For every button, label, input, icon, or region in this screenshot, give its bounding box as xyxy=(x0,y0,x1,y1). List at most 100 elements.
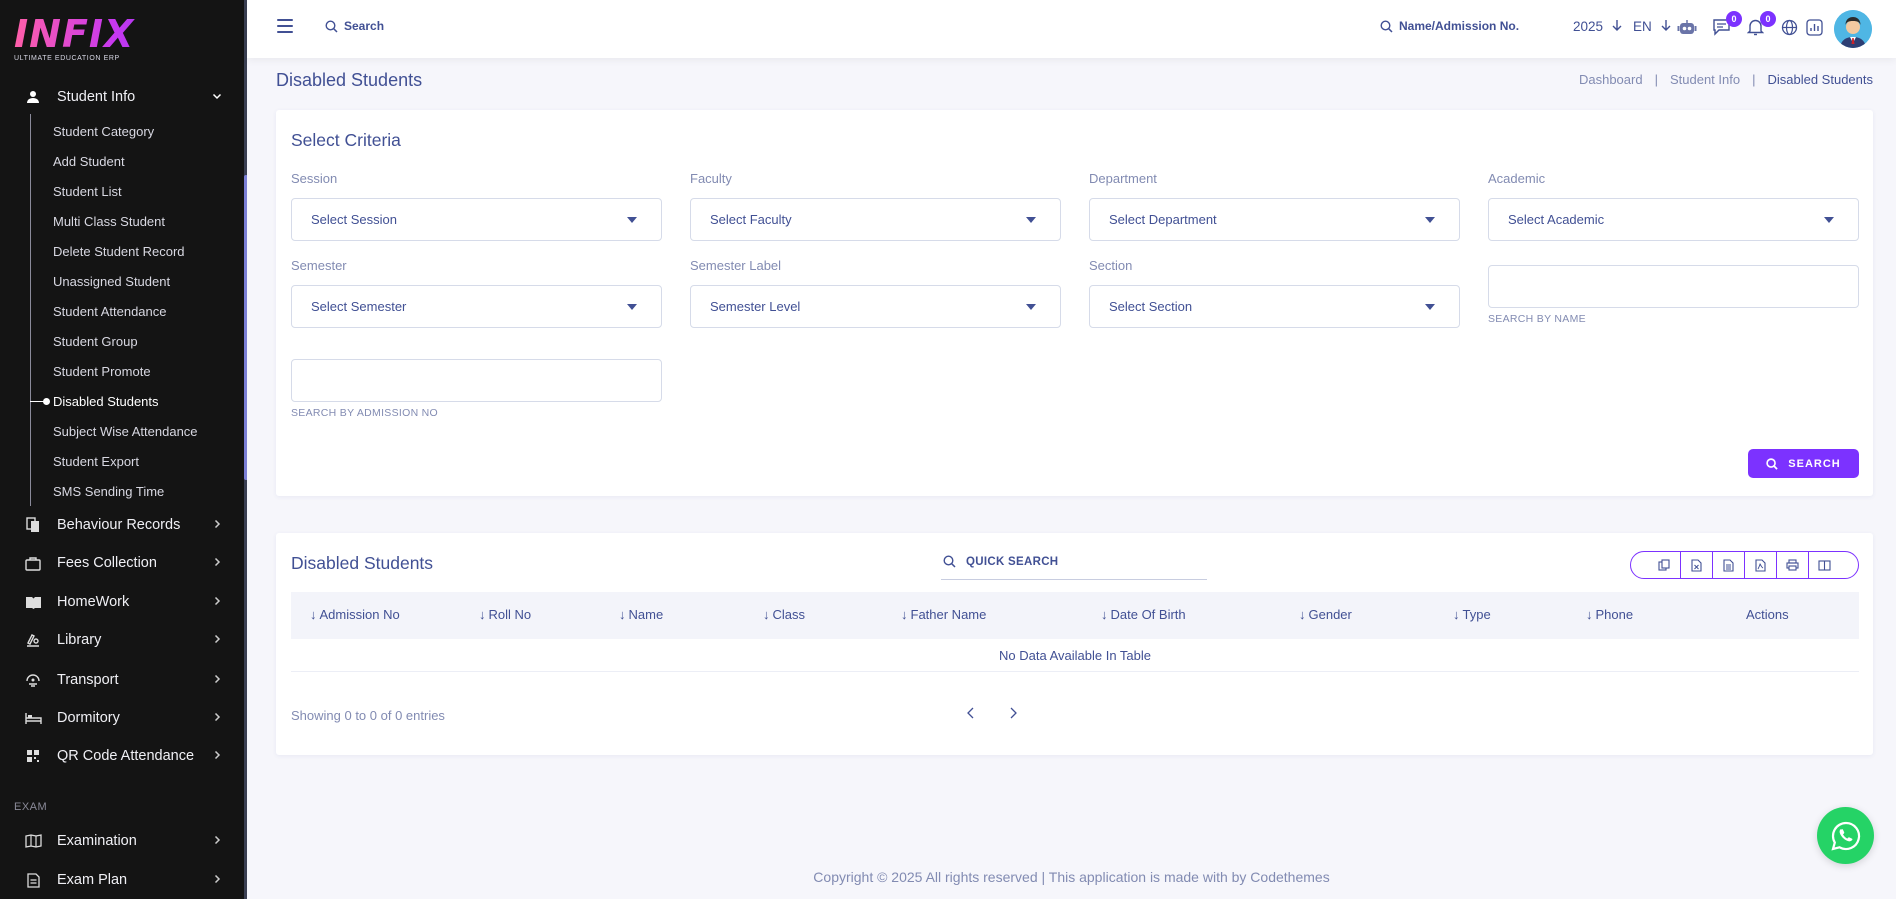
search-by-name-input[interactable] xyxy=(1488,265,1859,308)
sort-arrow-icon: ↓ xyxy=(619,607,626,622)
admission-search[interactable]: Name/Admission No. xyxy=(1380,19,1519,33)
column-class[interactable]: ↓ Class xyxy=(763,607,805,622)
department-select[interactable]: Select Department xyxy=(1089,198,1460,241)
sidebar-item-dormitory[interactable]: Dormitory xyxy=(0,699,244,737)
chat-badge: 0 xyxy=(1726,11,1742,27)
chat-icon[interactable]: 0 xyxy=(1711,11,1742,37)
sidebar-sub-sms-sending-time[interactable]: SMS Sending Time xyxy=(53,482,164,502)
sidebar-sub-add-student[interactable]: Add Student xyxy=(53,152,125,172)
sidebar-sub-student-promote[interactable]: Student Promote xyxy=(53,362,151,382)
semester-label-select[interactable]: Semester Level xyxy=(690,285,1061,328)
column-date-of-birth[interactable]: ↓ Date Of Birth xyxy=(1101,607,1186,622)
sidebar-sub-disabled-students[interactable]: Disabled Students xyxy=(53,392,159,412)
pagination-next[interactable] xyxy=(1008,706,1018,722)
column-father-name[interactable]: ↓ Father Name xyxy=(901,607,986,622)
sidebar-item-qr-code-attendance[interactable]: QR Code Attendance xyxy=(0,737,244,775)
sidebar-sub-unassigned-student[interactable]: Unassigned Student xyxy=(53,272,170,292)
semester-select[interactable]: Select Semester xyxy=(291,285,662,328)
breadcrumb-dashboard[interactable]: Dashboard xyxy=(1579,72,1643,87)
sidebar-sub-student-group[interactable]: Student Group xyxy=(53,332,138,352)
sidebar-sub-student-export[interactable]: Student Export xyxy=(53,452,139,472)
sidebar-scrollbar-thumb[interactable] xyxy=(244,175,247,480)
sidebar-item-library[interactable]: Library xyxy=(0,621,244,659)
search-by-admission-input[interactable] xyxy=(291,359,662,402)
column-label: Gender xyxy=(1308,607,1352,622)
arrow-down-icon xyxy=(1612,20,1622,31)
breadcrumb-separator: | xyxy=(1752,72,1756,87)
caret-down-icon xyxy=(1026,304,1036,310)
quick-search-input[interactable]: QUICK SEARCH xyxy=(941,544,1207,580)
column-name[interactable]: ↓ Name xyxy=(619,607,663,622)
bell-icon[interactable]: 0 xyxy=(1745,11,1776,37)
footer-copyright: Copyright © 2025 All rights reserved | T… xyxy=(813,869,1330,885)
brand-logo[interactable]: INFIX ULTIMATE EDUCATION ERP xyxy=(14,14,214,64)
sidebar-sub-student-category[interactable]: Student Category xyxy=(53,122,154,142)
global-search[interactable]: Search xyxy=(325,19,384,33)
pdf-file-icon xyxy=(1755,558,1766,572)
breadcrumb-student-info[interactable]: Student Info xyxy=(1670,72,1740,87)
year-selector[interactable]: 2025 xyxy=(1573,19,1623,34)
session-select-value: Select Session xyxy=(311,212,397,227)
session-select[interactable]: Select Session xyxy=(291,198,662,241)
column-roll-no[interactable]: ↓ Roll No xyxy=(479,607,531,622)
column-type[interactable]: ↓ Type xyxy=(1453,607,1491,622)
sidebar-item-student-info[interactable]: Student Info xyxy=(0,78,244,116)
chevron-right-icon xyxy=(212,712,222,725)
robot-icon[interactable] xyxy=(1677,17,1697,37)
section-select[interactable]: Select Section xyxy=(1089,285,1460,328)
search-button[interactable]: SEARCH xyxy=(1748,449,1859,478)
sidebar-item-label: Fees Collection xyxy=(57,555,157,571)
search-icon xyxy=(325,19,338,33)
session-label: Session xyxy=(291,171,338,186)
column-admission-no[interactable]: ↓ Admission No xyxy=(310,607,400,622)
sidebar-section-exam: EXAM xyxy=(14,801,48,813)
chevron-right-icon xyxy=(212,874,222,887)
column-gender[interactable]: ↓ Gender xyxy=(1299,607,1352,622)
excel-export-button[interactable] xyxy=(1680,552,1712,578)
sidebar-item-transport[interactable]: Transport xyxy=(0,661,244,699)
globe-icon[interactable] xyxy=(1779,17,1799,37)
column-visibility-button[interactable] xyxy=(1808,552,1840,578)
sidebar: INFIX ULTIMATE EDUCATION ERP Student Inf… xyxy=(0,0,247,899)
search-icon xyxy=(943,555,956,568)
breadcrumb-separator: | xyxy=(1654,72,1658,87)
chevron-left-icon xyxy=(967,707,974,719)
sidebar-sub-student-attendance[interactable]: Student Attendance xyxy=(53,302,166,322)
pagination-prev[interactable] xyxy=(966,706,976,722)
sidebar-item-exam-plan[interactable]: Exam Plan xyxy=(0,861,244,899)
sidebar-item-label: Student Info xyxy=(57,89,136,105)
csv-export-button[interactable] xyxy=(1712,552,1744,578)
language-selector[interactable]: EN xyxy=(1633,19,1672,34)
analytics-icon[interactable] xyxy=(1804,17,1824,37)
sidebar-item-behaviour-records[interactable]: Behaviour Records xyxy=(0,506,244,544)
sidebar-item-label: Transport xyxy=(57,672,119,688)
sidebar-sub-delete-student-record[interactable]: Delete Student Record xyxy=(53,242,185,262)
notification-badge: 0 xyxy=(1760,11,1776,27)
whatsapp-chat-button[interactable] xyxy=(1817,807,1874,864)
copy-button[interactable] xyxy=(1648,552,1680,578)
column-label: Father Name xyxy=(910,607,987,622)
chevron-right-icon xyxy=(212,835,222,848)
excel-file-icon xyxy=(1691,558,1702,572)
hamburger-menu-icon[interactable] xyxy=(277,19,293,33)
sidebar-sub-student-list[interactable]: Student List xyxy=(53,182,122,202)
sidebar-item-homework[interactable]: HomeWork xyxy=(0,583,244,621)
column-label: Date Of Birth xyxy=(1110,607,1186,622)
sidebar-item-examination[interactable]: Examination xyxy=(0,822,244,860)
table-empty-row: No Data Available In Table xyxy=(291,639,1859,672)
global-search-label: Search xyxy=(344,19,385,33)
academic-select[interactable]: Select Academic xyxy=(1488,198,1859,241)
bed-icon xyxy=(24,709,42,727)
caret-down-icon xyxy=(627,217,637,223)
sidebar-item-fees-collection[interactable]: Fees Collection xyxy=(0,544,244,582)
column-phone[interactable]: ↓ Phone xyxy=(1586,607,1633,622)
faculty-select[interactable]: Select Faculty xyxy=(690,198,1061,241)
pdf-export-button[interactable] xyxy=(1744,552,1776,578)
sidebar-sub-subject-wise-attendance[interactable]: Subject Wise Attendance xyxy=(53,422,198,442)
avatar[interactable] xyxy=(1834,10,1872,48)
print-button[interactable] xyxy=(1776,552,1808,578)
sort-arrow-icon: ↓ xyxy=(901,607,908,622)
breadcrumb-current: Disabled Students xyxy=(1767,72,1873,87)
sidebar-sub-multi-class-student[interactable]: Multi Class Student xyxy=(53,212,165,232)
column-label: Admission No xyxy=(319,607,400,622)
